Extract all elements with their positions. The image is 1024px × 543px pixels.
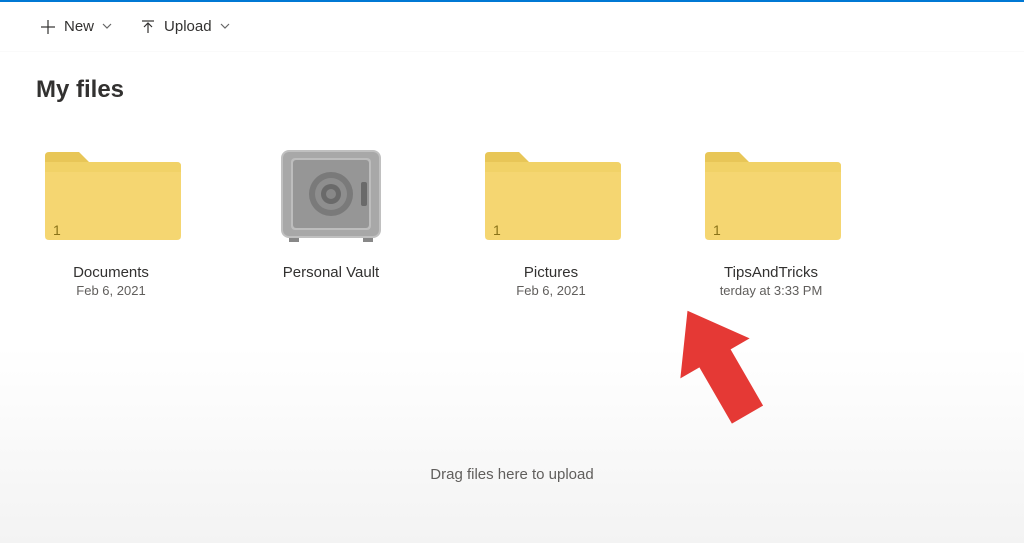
folder-name: Documents [73, 264, 149, 281]
folder-count: 1 [53, 222, 61, 238]
toolbar: New Upload [0, 2, 1024, 52]
folder-name: Pictures [524, 264, 578, 281]
upload-button-label: Upload [164, 18, 212, 35]
vault-name: Personal Vault [283, 264, 379, 281]
files-grid: 1 Documents Feb 6, 2021 [36, 144, 988, 298]
arrow-annotation [660, 292, 780, 447]
folder-count: 1 [713, 222, 721, 238]
upload-button[interactable]: Upload [136, 14, 234, 39]
folder-icon: 1 [701, 144, 841, 244]
vault-icon [261, 144, 401, 244]
folder-name: TipsAndTricks [724, 264, 818, 281]
folder-count: 1 [493, 222, 501, 238]
folder-pictures[interactable]: 1 Pictures Feb 6, 2021 [476, 144, 626, 298]
content-area: My files 1 Documents Feb 6, 2021 [0, 52, 1024, 543]
folder-icon: 1 [41, 144, 181, 244]
folder-date: terday at 3:33 PM [720, 283, 823, 298]
page-title: My files [36, 76, 988, 104]
personal-vault[interactable]: Personal Vault [256, 144, 406, 298]
upload-icon [140, 19, 156, 35]
chevron-down-icon [220, 21, 230, 32]
folder-icon: 1 [481, 144, 621, 244]
folder-date: Feb 6, 2021 [76, 283, 145, 298]
folder-documents[interactable]: 1 Documents Feb 6, 2021 [36, 144, 186, 298]
drop-hint: Drag files here to upload [430, 466, 593, 483]
folder-tipsandtricks[interactable]: 1 TipsAndTricks terday at 3:33 PM [696, 144, 846, 298]
new-button-label: New [64, 18, 94, 35]
folder-date: Feb 6, 2021 [516, 283, 585, 298]
chevron-down-icon [102, 21, 112, 32]
plus-icon [40, 19, 56, 35]
new-button[interactable]: New [36, 14, 116, 39]
